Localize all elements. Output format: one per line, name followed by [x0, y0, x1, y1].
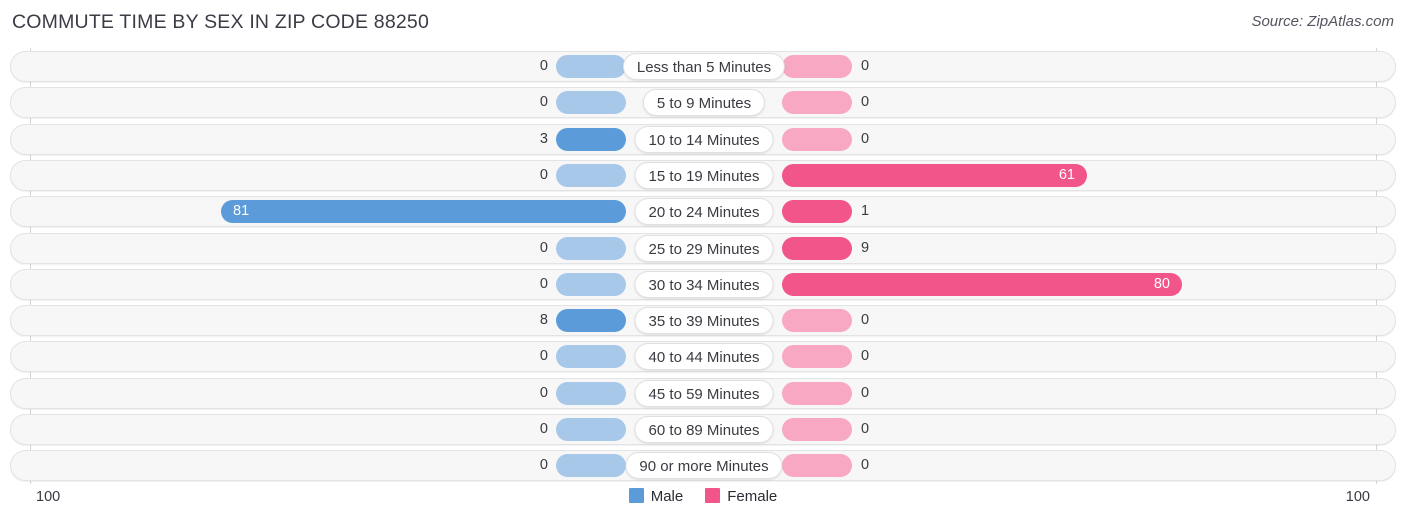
chart-legend: Male Female [0, 488, 1406, 505]
bar-male[interactable] [556, 309, 626, 333]
value-label-female: 1 [861, 203, 870, 220]
bar-male[interactable] [556, 236, 626, 260]
value-label-male: 0 [539, 166, 548, 183]
value-label-male: 0 [539, 348, 548, 365]
value-label-male: 0 [539, 94, 548, 111]
category-label: 25 to 29 Minutes [634, 234, 774, 262]
table-row[interactable]: 0 0 90 or more Minutes [10, 450, 1396, 482]
legend-swatch-icon [705, 488, 721, 503]
bar-female[interactable] [782, 418, 852, 441]
row-content: 0 9 25 to 29 Minutes [11, 234, 1395, 263]
value-label-female: 0 [861, 58, 870, 74]
table-row[interactable]: 3 0 10 to 14 Minutes [10, 123, 1396, 155]
bar-female[interactable] [782, 454, 852, 478]
legend-label: Female [727, 488, 778, 505]
legend-label: Male [650, 488, 684, 505]
legend-swatch-icon [628, 488, 644, 503]
bar-male[interactable] [556, 345, 626, 369]
table-row[interactable]: 0 80 30 to 34 Minutes [10, 268, 1396, 300]
table-row[interactable]: 0 0 60 to 89 Minutes [10, 414, 1396, 445]
bar-female[interactable] [782, 91, 852, 115]
row-content: 0 0 45 to 59 Minutes [11, 379, 1395, 408]
category-label: 35 to 39 Minutes [634, 307, 774, 335]
value-label-male: 0 [539, 457, 548, 474]
bar-female[interactable] [782, 236, 852, 260]
bar-male[interactable] [556, 272, 626, 296]
category-label: 90 or more Minutes [625, 452, 783, 480]
bar-female[interactable] [782, 200, 852, 224]
category-label: 5 to 9 Minutes [642, 89, 766, 117]
category-label: 10 to 14 Minutes [634, 125, 774, 153]
bar-male[interactable] [556, 127, 626, 151]
table-row[interactable]: 0 0 45 to 59 Minutes [10, 377, 1396, 409]
bar-female[interactable] [782, 55, 852, 78]
category-label: 45 to 59 Minutes [634, 379, 774, 407]
page-title: COMMUTE TIME BY SEX IN ZIP CODE 88250 [12, 11, 430, 33]
table-row[interactable]: 0 9 25 to 29 Minutes [10, 232, 1396, 264]
value-label-male: 81 [233, 203, 250, 220]
legend-item-female[interactable]: Female [705, 488, 777, 505]
value-label-male: 3 [539, 130, 548, 147]
bar-male[interactable] [556, 454, 626, 478]
category-label: 60 to 89 Minutes [634, 416, 774, 443]
value-label-female: 0 [861, 421, 870, 437]
table-row[interactable]: 81 1 20 to 24 Minutes [10, 196, 1396, 228]
value-label-male: 0 [539, 58, 548, 74]
row-content: 8 0 35 to 39 Minutes [11, 306, 1395, 335]
table-row[interactable]: 0 61 15 to 19 Minutes [10, 159, 1396, 191]
value-label-female: 0 [861, 348, 870, 365]
table-row[interactable]: 0 0 Less than 5 Minutes [10, 51, 1396, 82]
value-label-male: 0 [539, 384, 548, 401]
value-label-male: 0 [539, 421, 548, 437]
row-content: 0 61 15 to 19 Minutes [11, 161, 1395, 190]
value-label-female: 0 [861, 312, 870, 329]
bar-female[interactable] [782, 345, 852, 369]
chart-plot-area: 0 0 Less than 5 Minutes 0 0 5 to 9 Minutes 3 0 1… [0, 48, 1406, 484]
row-content: 0 0 90 or more Minutes [11, 451, 1395, 480]
category-label: 15 to 19 Minutes [634, 161, 774, 189]
bar-male[interactable] [556, 418, 626, 441]
value-label-female: 0 [861, 130, 870, 147]
bar-male[interactable] [556, 163, 626, 187]
table-row[interactable]: 0 0 40 to 44 Minutes [10, 341, 1396, 373]
bar-female[interactable] [782, 309, 852, 333]
table-row[interactable]: 0 0 5 to 9 Minutes [10, 87, 1396, 119]
value-label-female: 9 [861, 239, 870, 256]
row-content: 0 0 5 to 9 Minutes [11, 88, 1395, 117]
value-label-female: 80 [1153, 275, 1170, 292]
chart-header: COMMUTE TIME BY SEX IN ZIP CODE 88250 So… [0, 0, 1406, 46]
category-label: 20 to 24 Minutes [634, 198, 774, 226]
value-label-male: 0 [539, 239, 548, 256]
row-content: 0 0 Less than 5 Minutes [11, 52, 1395, 81]
value-label-female: 0 [861, 457, 870, 474]
source-attribution: Source: ZipAtlas.com [1251, 13, 1394, 30]
category-label: 40 to 44 Minutes [634, 343, 774, 371]
bar-female[interactable] [782, 381, 852, 405]
value-label-female: 0 [861, 94, 870, 111]
value-label-female: 0 [861, 384, 870, 401]
bar-female[interactable] [782, 127, 852, 151]
table-row[interactable]: 8 0 35 to 39 Minutes [10, 305, 1396, 337]
value-label-male: 8 [539, 312, 548, 329]
chart-footer: 100 100 Male Female [0, 484, 1406, 523]
row-content: 3 0 10 to 14 Minutes [11, 125, 1395, 154]
category-label: 30 to 34 Minutes [634, 270, 774, 298]
row-content: 0 80 30 to 34 Minutes [11, 270, 1395, 299]
value-label-female: 61 [1058, 166, 1075, 183]
legend-item-male[interactable]: Male [628, 488, 684, 505]
bar-male[interactable] [556, 381, 626, 405]
bar-male[interactable] [556, 91, 626, 115]
row-content: 0 0 40 to 44 Minutes [11, 342, 1395, 371]
value-label-male: 0 [539, 275, 548, 292]
row-content: 0 0 60 to 89 Minutes [11, 415, 1395, 444]
bar-male[interactable] [556, 55, 626, 78]
category-label: Less than 5 Minutes [622, 53, 786, 80]
row-content: 81 1 20 to 24 Minutes [11, 197, 1395, 226]
